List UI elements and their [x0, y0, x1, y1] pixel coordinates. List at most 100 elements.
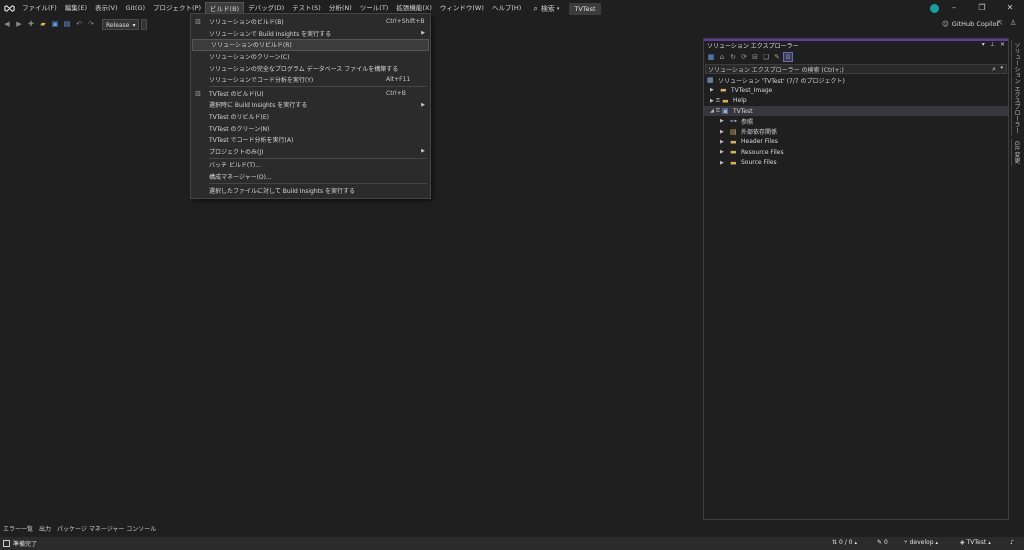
collapsed-chevron-icon[interactable]: ▶: [720, 149, 726, 155]
menu-item[interactable]: ウィンドウ(W): [436, 2, 488, 15]
menu-item-shortcut: Alt+F11: [386, 76, 411, 84]
build-menu-item[interactable]: ソリューションでコード分析を実行(Y) Alt+F11: [191, 74, 430, 86]
platform-dropdown[interactable]: [141, 18, 148, 30]
collapsed-chevron-icon[interactable]: ▶: [710, 87, 716, 93]
github-copilot-button[interactable]: ☺ GitHub Copilot: [942, 17, 999, 31]
build-menu-item[interactable]: ソリューションのリビルド(R): [192, 39, 429, 51]
collapsed-chevron-icon[interactable]: ▶: [720, 139, 726, 145]
build-menu-item[interactable]: TVTest でコード分析を実行(A): [191, 134, 430, 146]
build-menu-item[interactable]: ▥ TVTest のビルド(U) Ctrl+B: [191, 88, 430, 100]
build-menu-item[interactable]: 選択したファイルに対して Build Insights を実行する: [191, 184, 430, 196]
visual-studio-logo-icon[interactable]: [0, 0, 18, 17]
undo-icon[interactable]: ↶: [74, 19, 84, 29]
show-all-files-icon[interactable]: ❏: [761, 52, 771, 62]
save-icon[interactable]: ▣: [50, 19, 60, 29]
menu-item[interactable]: 表示(V): [91, 2, 122, 15]
configuration-dropdown[interactable]: Release ▾: [102, 18, 140, 30]
collapsed-chevron-icon[interactable]: ▶: [720, 160, 726, 166]
build-menu-item[interactable]: 選択時に Build Insights を実行する ▶: [191, 99, 430, 111]
menu-item-label: プロジェクトのみ(J): [209, 148, 264, 156]
tab-package-manager-console[interactable]: パッケージ マネージャー コンソール: [54, 524, 159, 533]
properties-icon[interactable]: ✎: [772, 52, 782, 62]
feedback-icon[interactable]: ⇱: [997, 19, 1006, 28]
tree-item-label: Resource Files: [741, 148, 784, 156]
solution-explorer-search[interactable]: ソリューション エクスプローラー の検索 (Ctrl+;) ⌕ ▾: [705, 64, 1007, 74]
copilot-label: GitHub Copilot: [951, 20, 1000, 28]
switch-views-icon[interactable]: ▦: [706, 52, 716, 62]
menu-item[interactable]: ファイル(F): [18, 2, 61, 15]
build-menu-item[interactable]: 構成マネージャー(O)...: [191, 171, 430, 183]
chevron-right-icon: ▶: [421, 148, 425, 155]
branch-selector[interactable]: ⑂ develop ▴: [904, 539, 938, 546]
tab-output[interactable]: 出力: [36, 524, 54, 533]
menu-item[interactable]: ヘルプ(H): [488, 2, 525, 15]
menu-item[interactable]: Git(G): [122, 2, 150, 15]
global-search[interactable]: ⌕ 検索 ▾: [533, 4, 559, 14]
build-menu-item[interactable]: プロジェクトのみ(J) ▶: [191, 146, 430, 158]
project-icon: ▣: [722, 107, 729, 116]
tree-item-label: ソリューション 'TVTest' (7/7 のプロジェクト): [718, 77, 845, 85]
back-icon[interactable]: ◀: [2, 19, 12, 29]
sync-icon[interactable]: ↻: [728, 52, 738, 62]
avatar[interactable]: [930, 4, 939, 13]
tree-item[interactable]: ▶ ⊶ 参照: [704, 116, 1008, 126]
collapse-all-icon[interactable]: ⊟: [750, 52, 760, 62]
tab-error-list[interactable]: エラー一覧: [0, 524, 36, 533]
build-menu-item[interactable]: ソリューションで Build Insights を実行する ▶: [191, 28, 430, 40]
search-label: 検索: [540, 4, 555, 13]
panel-title: ソリューション エクスプローラー: [707, 43, 799, 50]
home-icon[interactable]: ⌂: [717, 52, 727, 62]
build-icon: ▥: [195, 18, 201, 25]
chevron-right-icon: ▶: [421, 30, 425, 37]
build-menu-item[interactable]: ソリューションのクリーン(C): [191, 51, 430, 63]
forward-icon[interactable]: ▶: [14, 19, 24, 29]
collapsed-chevron-icon[interactable]: ▶: [720, 118, 726, 124]
repository-selector[interactable]: ◈ TVTest ▴: [960, 539, 991, 546]
menu-item[interactable]: 編集(E): [61, 2, 91, 15]
build-menu-item[interactable]: バッチ ビルド(T)...: [191, 159, 430, 171]
tab-git-changes[interactable]: Git 変更: [1011, 138, 1021, 166]
tree-item[interactable]: ▶ ⚿ ▬ Help: [704, 96, 1008, 106]
chevron-down-icon: ▾: [556, 5, 560, 12]
pending-edits-indicator[interactable]: ✎ 0: [877, 539, 888, 546]
collapsed-chevron-icon[interactable]: ▶: [720, 129, 726, 135]
menu-item-label: ソリューションの完全なプログラム データベース ファイルを構築する: [209, 65, 399, 73]
tree-item[interactable]: ◢ ⚿ ▣ TVTest: [704, 105, 1008, 117]
tree-item[interactable]: ▶ ▬ TVTest_Image: [704, 85, 1008, 95]
output-status-icon[interactable]: [3, 540, 10, 547]
minimize-button[interactable]: –: [940, 0, 968, 17]
lock-icon: ⚿: [716, 97, 720, 104]
folder-icon: ▬: [720, 86, 727, 95]
account-icon[interactable]: ♙: [1010, 19, 1019, 28]
close-icon[interactable]: ✕: [1000, 41, 1005, 48]
tab-solution-explorer[interactable]: ソリューション エクスプローラー: [1011, 40, 1021, 136]
build-menu-item[interactable]: TVTest のクリーン(N): [191, 122, 430, 134]
notifications-icon[interactable]: ♪: [1010, 539, 1014, 546]
search-placeholder: ソリューション エクスプローラー の検索 (Ctrl+;): [708, 66, 844, 74]
git-changes-indicator[interactable]: ⇅ 0 / 0 ▴: [832, 539, 857, 546]
project-name-badge[interactable]: TVTest: [569, 2, 601, 15]
tree-item[interactable]: ▦ ソリューション 'TVTest' (7/7 のプロジェクト): [704, 75, 1008, 85]
tree-item[interactable]: ▶ ▬ Source Files: [704, 157, 1008, 167]
menu-item-label: TVTest のリビルド(E): [209, 114, 269, 122]
dropdown-icon[interactable]: ▾: [982, 41, 985, 48]
pin-icon[interactable]: ⊥: [990, 41, 995, 48]
bottom-panel-tabs: エラー一覧 出力 パッケージ マネージャー コンソール: [0, 522, 159, 534]
maximize-button[interactable]: ❐: [968, 0, 996, 17]
tree-item[interactable]: ▶ ▬ Header Files: [704, 137, 1008, 147]
tree-item-label: 外部依存関係: [741, 129, 778, 137]
save-all-icon[interactable]: ▤: [62, 19, 72, 29]
build-menu-item[interactable]: TVTest のリビルド(E): [191, 111, 430, 123]
build-menu-item[interactable]: ▥ ソリューションのビルド(B) Ctrl+Shift+B: [191, 16, 430, 28]
tree-item[interactable]: ▶ ▤ 外部依存関係: [704, 126, 1008, 137]
new-item-icon[interactable]: ✚: [26, 19, 36, 29]
tree-item[interactable]: ▶ ▬ Resource Files: [704, 147, 1008, 157]
close-button[interactable]: ✕: [996, 0, 1024, 17]
arrows-icon: ⇅: [832, 539, 838, 546]
build-menu-item[interactable]: ソリューションの完全なプログラム データベース ファイルを構築する: [191, 62, 430, 74]
redo-icon[interactable]: ↷: [86, 19, 96, 29]
search-icon: ⌕: [992, 65, 996, 73]
preview-icon[interactable]: ◫: [783, 52, 793, 62]
refresh-icon[interactable]: ⟳: [739, 52, 749, 62]
open-folder-icon[interactable]: ▰: [38, 19, 48, 29]
